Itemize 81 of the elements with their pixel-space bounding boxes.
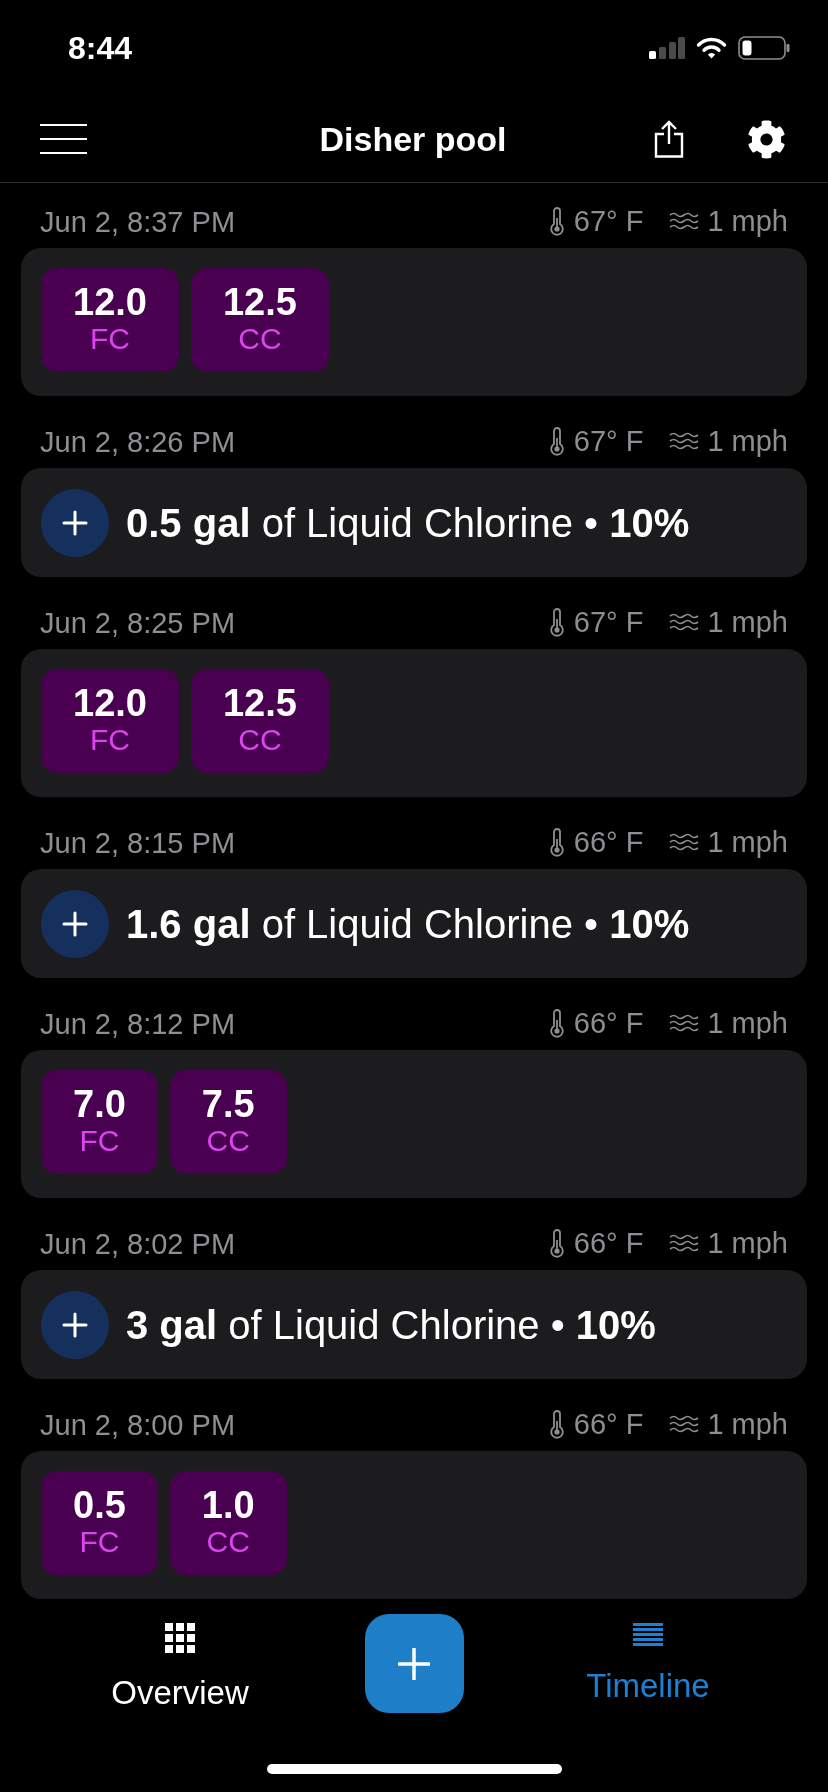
temperature-text: 66° F: [573, 1229, 644, 1257]
reading-value: 12.5: [222, 282, 297, 322]
list-icon: [633, 1623, 663, 1646]
menu-button[interactable]: [40, 124, 87, 154]
entry-date: Jun 2, 8:25 PM: [40, 609, 236, 637]
thermometer-icon: [548, 206, 565, 236]
reading-value: 0.5: [73, 1485, 126, 1525]
wind-speed-text: 1 mph: [707, 1009, 788, 1037]
reading-value: 12.0: [73, 282, 147, 322]
dose-card[interactable]: 3 gal of Liquid Chlorine • 10%: [21, 1270, 807, 1379]
page-title: Disher pool: [319, 119, 507, 159]
wind-speed-text: 1 mph: [707, 1229, 788, 1257]
wind-speed-text: 1 mph: [707, 207, 788, 235]
reading-label: FC: [79, 1124, 120, 1158]
share-icon: [654, 120, 684, 158]
tab-button[interactable]: Overview: [111, 1614, 249, 1713]
thermometer-icon: [548, 607, 565, 637]
plus-icon: [41, 889, 109, 958]
reading-label: CC: [206, 1525, 250, 1559]
wind-icon: [669, 431, 700, 451]
share-button[interactable]: [654, 120, 684, 158]
reading-card[interactable]: 0.5 FC 1.0 CC: [21, 1451, 807, 1599]
dose-card[interactable]: 1.6 gal of Liquid Chlorine • 10%: [21, 869, 807, 978]
add-button[interactable]: [364, 1614, 464, 1713]
wind-speed-text: 1 mph: [707, 828, 788, 856]
wind-speed-text: 1 mph: [707, 427, 788, 455]
reading-card[interactable]: 7.0 FC 7.5 CC: [21, 1050, 807, 1198]
reading-value: 1.0: [201, 1485, 255, 1525]
battery-icon: [738, 36, 790, 60]
entry-date: Jun 2, 8:37 PM: [40, 208, 236, 236]
wind-icon: [669, 1414, 700, 1434]
entry-date: Jun 2, 8:26 PM: [40, 428, 236, 456]
reading-card[interactable]: 12.0 FC 12.5 CC: [21, 649, 807, 797]
temperature-text: 67° F: [573, 427, 644, 455]
wind-speed-text: 1 mph: [707, 1410, 788, 1438]
reading-value: 7.0: [73, 1084, 126, 1124]
wind-icon: [669, 612, 700, 632]
grid-icon: [165, 1623, 195, 1653]
status-time: 8:44: [68, 30, 133, 66]
entry-date: Jun 2, 8:12 PM: [40, 1010, 236, 1038]
wind-icon: [669, 832, 700, 852]
reading-label: CC: [206, 1124, 250, 1158]
thermometer-icon: [548, 1409, 565, 1439]
tab-button[interactable]: Timeline: [586, 1614, 710, 1713]
settings-icon: [747, 119, 786, 159]
dose-text: 0.5 gal of Liquid Chlorine • 10%: [126, 499, 690, 547]
settings-button[interactable]: [747, 119, 786, 159]
reading-label: CC: [238, 723, 282, 757]
temperature-text: 67° F: [573, 608, 644, 636]
wind-speed-text: 1 mph: [707, 608, 788, 636]
reading-label: CC: [238, 322, 282, 356]
dose-text: 1.6 gal of Liquid Chlorine • 10%: [126, 900, 690, 948]
plus-icon: [41, 1290, 109, 1359]
menu-icon: [40, 124, 87, 154]
thermometer-icon: [548, 426, 565, 456]
temperature-text: 67° F: [573, 207, 644, 235]
reading-value: 7.5: [201, 1084, 255, 1124]
wind-icon: [669, 211, 700, 231]
reading-label: FC: [79, 1525, 120, 1559]
plus-icon: [41, 488, 109, 557]
plus-icon: [398, 1647, 430, 1680]
reading-value: 12.5: [222, 683, 297, 723]
dose-text: 3 gal of Liquid Chlorine • 10%: [126, 1301, 656, 1349]
reading-value: 12.0: [73, 683, 147, 723]
thermometer-icon: [548, 1228, 565, 1258]
wifi-icon: [696, 37, 727, 59]
thermometer-icon: [548, 827, 565, 857]
entry-date: Jun 2, 8:00 PM: [40, 1411, 236, 1439]
reading-label: FC: [90, 723, 130, 757]
temperature-text: 66° F: [573, 1410, 644, 1438]
temperature-text: 66° F: [573, 828, 644, 856]
entry-date: Jun 2, 8:15 PM: [40, 829, 236, 857]
thermometer-icon: [548, 1008, 565, 1038]
wind-icon: [669, 1013, 700, 1033]
reading-card[interactable]: 12.0 FC 12.5 CC: [21, 248, 807, 396]
dose-card[interactable]: 0.5 gal of Liquid Chlorine • 10%: [21, 468, 807, 577]
wind-icon: [669, 1233, 700, 1253]
reading-label: FC: [90, 322, 130, 356]
signal-icon: [649, 37, 685, 59]
entry-date: Jun 2, 8:02 PM: [40, 1230, 236, 1258]
temperature-text: 66° F: [573, 1009, 644, 1037]
